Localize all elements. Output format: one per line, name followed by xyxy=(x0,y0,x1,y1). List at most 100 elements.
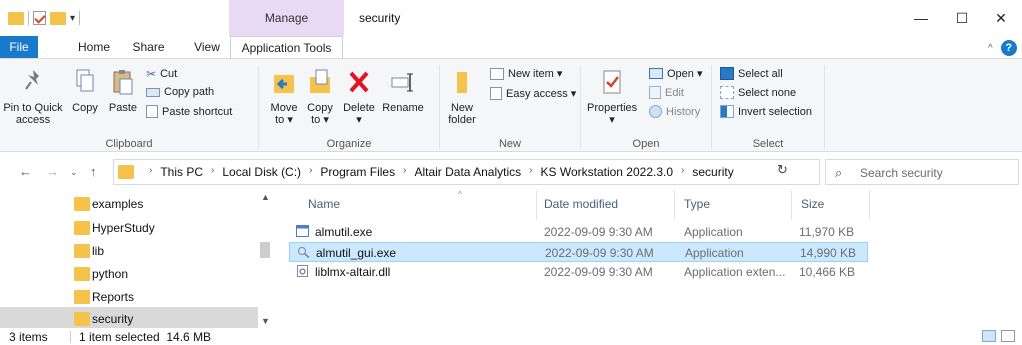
properties-button[interactable]: Properties ▾ xyxy=(587,67,637,126)
copy-button[interactable]: Copy xyxy=(68,67,102,114)
help-icon[interactable]: ? xyxy=(1000,40,1017,56)
nav-scrollbar[interactable]: ▲ ▼ xyxy=(258,190,272,328)
new-folder-button[interactable]: New folder xyxy=(444,67,480,126)
breadcrumb-security[interactable]: security xyxy=(692,165,733,179)
file-name: almutil.exe xyxy=(315,225,373,239)
move-to-button[interactable]: Move to ▾ xyxy=(267,67,301,126)
scrollbar-thumb[interactable] xyxy=(260,242,270,258)
pin-to-quick-access-button[interactable]: Pin to Quick access xyxy=(2,67,64,126)
edit-button[interactable]: Edit xyxy=(649,86,684,99)
column-header-size[interactable]: Size xyxy=(801,197,824,211)
select-group-label: Select xyxy=(752,138,784,150)
new-folder-icon[interactable] xyxy=(50,11,66,25)
minimize-ribbon-icon[interactable]: ^ xyxy=(988,43,993,54)
select-none-button[interactable]: Select none xyxy=(720,86,796,99)
search-input[interactable]: Search security xyxy=(860,166,943,180)
tab-file[interactable]: File xyxy=(0,36,38,58)
scissors-icon: ✂ xyxy=(146,67,157,81)
address-bar-row: ← → ⌄ ↑ › This PC › Local Disk (C:) › Pr… xyxy=(0,152,1022,190)
minimize-button[interactable]: — xyxy=(898,5,944,31)
recent-locations-chevron-icon[interactable]: ⌄ xyxy=(70,167,78,178)
scroll-down-icon[interactable]: ▼ xyxy=(261,316,270,326)
close-button[interactable]: ✕ xyxy=(978,5,1022,31)
status-selection: 1 item selected 14.6 MB xyxy=(79,330,212,344)
breadcrumb-ks-workstation[interactable]: KS Workstation 2022.3.0 xyxy=(541,165,674,179)
cut-button[interactable]: ✂ Cut xyxy=(146,67,177,81)
edit-icon xyxy=(649,86,661,99)
large-icons-view-icon[interactable] xyxy=(1001,330,1015,342)
organize-group-label: Organize xyxy=(326,138,372,150)
new-item-button[interactable]: New item ▾ xyxy=(490,67,562,80)
tab-home[interactable]: Home xyxy=(77,36,111,58)
scroll-up-icon[interactable]: ▲ xyxy=(261,192,270,202)
back-arrow-icon[interactable]: ← xyxy=(19,164,32,179)
breadcrumb-program-files[interactable]: Program Files xyxy=(320,165,395,179)
manage-label: Manage xyxy=(264,11,309,25)
ribbon-tabs: File Home Share View Application Tools ^… xyxy=(0,36,1022,59)
file-date: 2022-09-09 9:30 AM xyxy=(544,265,653,279)
folder-icon xyxy=(118,165,134,179)
select-none-icon xyxy=(720,86,734,99)
file-list: ^ Name Date modified Type Size almutil.e… xyxy=(272,190,1022,328)
easy-access-icon xyxy=(490,87,502,100)
breadcrumb-local-disk[interactable]: Local Disk (C:) xyxy=(222,165,301,179)
open-group-label: Open xyxy=(632,138,660,150)
properties-check-icon xyxy=(603,70,621,94)
open-group: Properties ▾ Open ▾ Edit History Open xyxy=(581,59,711,153)
navigation-pane: examples HyperStudy lib python Reports s… xyxy=(0,190,272,328)
organize-group: Move to ▾ Copy to ▾ Delete ▾ Rename Orga… xyxy=(259,59,439,153)
copy-path-button[interactable]: Copy path xyxy=(146,86,214,98)
properties-check-icon[interactable] xyxy=(33,11,46,25)
title-bar: ▾ Manage security — ☐ ✕ xyxy=(0,0,1022,36)
select-all-icon xyxy=(720,67,734,80)
history-button[interactable]: History xyxy=(649,105,700,118)
rename-button[interactable]: Rename xyxy=(381,67,425,114)
file-row-liblmx-altair-dll[interactable]: liblmx-altair.dll 2022-09-09 9:30 AM App… xyxy=(289,262,868,282)
tab-share[interactable]: Share xyxy=(130,36,167,58)
details-view-icon[interactable] xyxy=(982,330,996,342)
easy-access-button[interactable]: Easy access ▾ xyxy=(490,87,576,100)
select-all-button[interactable]: Select all xyxy=(720,67,783,80)
column-header-date-modified[interactable]: Date modified xyxy=(544,197,618,211)
search-icon: ⌕ xyxy=(835,165,843,180)
file-type: Application exten... xyxy=(684,265,786,279)
address-bar[interactable]: › This PC › Local Disk (C:) › Program Fi… xyxy=(113,159,850,185)
nav-item-hyperstudy[interactable]: HyperStudy xyxy=(0,216,258,240)
breadcrumb-this-pc[interactable]: This PC xyxy=(160,165,203,179)
tab-view[interactable]: View xyxy=(190,36,224,58)
nav-item-security[interactable]: security xyxy=(0,307,258,328)
tab-application-tools[interactable]: Application Tools xyxy=(230,36,343,59)
file-row-almutil-exe[interactable]: almutil.exe 2022-09-09 9:30 AM Applicati… xyxy=(289,222,868,242)
history-icon xyxy=(649,105,662,118)
window-title: security xyxy=(359,11,401,25)
sort-ascending-icon: ^ xyxy=(458,190,462,199)
manage-context-header: Manage xyxy=(229,0,344,36)
open-button[interactable]: Open ▾ xyxy=(649,67,703,80)
nav-item-lib[interactable]: lib xyxy=(0,239,258,263)
paste-icon xyxy=(113,70,133,95)
file-row-almutil-gui-exe[interactable]: almutil_gui.exe 2022-09-09 9:30 AM Appli… xyxy=(289,242,868,262)
copy-to-button[interactable]: Copy to ▾ xyxy=(303,67,337,126)
delete-button[interactable]: Delete ▾ xyxy=(339,67,379,126)
breadcrumb-altair-data-analytics[interactable]: Altair Data Analytics xyxy=(414,165,521,179)
file-size: 14,990 KB xyxy=(800,246,857,260)
copy-to-icon xyxy=(310,69,330,93)
column-header-name[interactable]: Name xyxy=(308,197,340,211)
folder-icon xyxy=(74,312,90,326)
refresh-icon[interactable]: ↻ xyxy=(777,162,788,178)
nav-item-python[interactable]: python xyxy=(0,262,258,286)
paste-shortcut-button[interactable]: Paste shortcut xyxy=(146,105,232,118)
nav-item-examples[interactable]: examples xyxy=(0,192,258,216)
nav-item-reports[interactable]: Reports xyxy=(0,285,258,309)
column-header-type[interactable]: Type xyxy=(684,197,710,211)
folder-icon xyxy=(74,244,90,258)
magnifier-app-icon xyxy=(298,247,310,258)
forward-arrow-icon[interactable]: → xyxy=(46,164,59,179)
customize-qat-dropdown-icon[interactable]: ▾ xyxy=(70,13,75,24)
search-box[interactable]: ⌕ Search security xyxy=(825,159,1019,185)
open-icon xyxy=(649,68,663,79)
paste-button[interactable]: Paste xyxy=(104,67,142,114)
up-arrow-icon[interactable]: ↑ xyxy=(90,164,97,179)
folder-icon xyxy=(74,197,90,211)
invert-selection-button[interactable]: Invert selection xyxy=(720,105,812,118)
